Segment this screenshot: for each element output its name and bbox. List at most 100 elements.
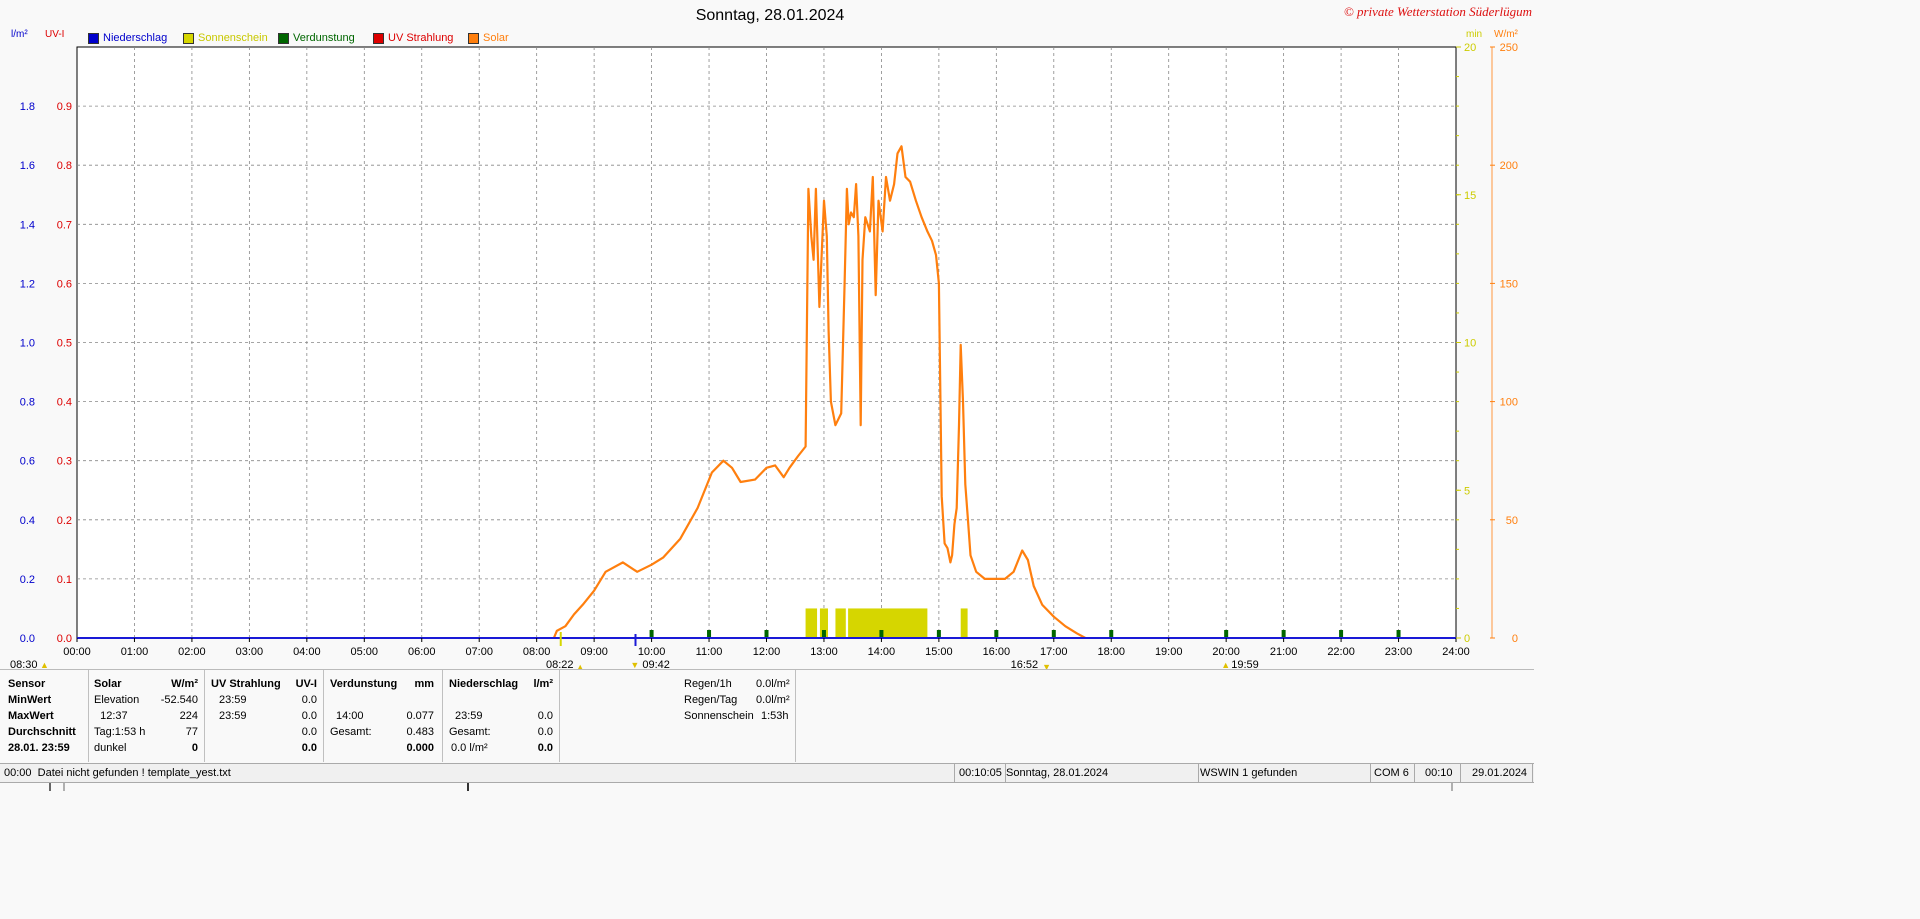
legend-label: Solar [483,32,509,44]
stats-cell: 0 [191,742,198,754]
weather-chart: 00:00 01:00 02:00 03:00 04:00 05:00 06:00 07:00… [10,4,1532,669]
evaporation-mark [821,630,826,638]
stats-cell: 14:00 [336,710,364,722]
legend-swatch [468,32,479,44]
x-tick-label: 02:00 [178,646,206,658]
x-tick-label: 14:00 [868,646,896,658]
stats-header: Solar [94,678,122,690]
y-tick-label-uv: 0.6 [57,278,72,290]
timeline-scroll-strip[interactable] [0,783,1460,791]
sunshine-bar [960,608,968,638]
marker-symbol-moonrise: ▲ [576,662,585,669]
stats-cell: Elevation [94,694,140,706]
y-tick-label-rain: 1.4 [20,219,35,231]
marker-symbol-moon_mid: ▼ [630,660,639,669]
marker-label-moonrise: 08:22 [546,659,574,669]
evaporation-mark [1396,630,1401,638]
evaporation-mark [764,630,769,638]
copyright-text: © private Wetterstation Süderlügum [1344,4,1532,19]
status-bar: 00:00 Datei nicht gefunden ! template_ye… [0,763,1534,783]
y-tick-label-rain: 1.0 [20,338,35,350]
stats-cell: Regen/1h [684,678,732,690]
y-tick-label-solar: 100 [1500,397,1518,409]
x-tick-label: 11:00 [696,646,723,658]
y-tick-label-min: 10 [1464,338,1476,350]
y-tick-label-uv: 0.3 [57,456,72,468]
stats-cell: 12:37 [94,710,128,722]
y-tick-label-solar: 150 [1500,278,1518,290]
legend-swatch [88,32,99,44]
x-tick-label: 07:00 [465,646,493,658]
y-tick-label-uv: 0.0 [57,633,72,645]
y-tick-label-min: 20 [1464,42,1476,54]
statistics-panel: Sensor MinWert MaxWert Durchschnitt 28.0… [0,669,1534,762]
legend-label: UV Strahlung [388,32,454,44]
stats-row-label: MinWert [8,694,52,706]
marker-label-sunrise: 08:30 [10,659,38,669]
stats-cell: Regen/Tag [684,694,738,706]
evaporation-mark [707,630,712,638]
stats-cell: 0.483 [406,726,434,738]
stats-row-label: 28.01. 23:59 [8,742,70,754]
evaporation-mark [994,630,999,638]
legend-swatch [373,32,384,44]
stats-cell: 23:59 [219,694,247,706]
stats-col-uv: UV Strahlung UV-I 23:59 0.0 23:59 0.0 0.… [205,670,324,762]
sunshine-bar [805,608,818,638]
y-axis-sunshine-min: 0 5 10 15 20 [1456,42,1476,645]
status-port: COM 6 [1370,764,1415,782]
status-device: WSWIN 1 gefunden [1196,764,1371,782]
y-tick-label-rain: 1.8 [20,101,35,113]
evaporation-mark [649,630,654,638]
x-tick-label: 23:00 [1385,646,1413,658]
marker-symbol-sunset: ▼ [1042,662,1051,669]
y-tick-label-min: 5 [1464,485,1470,497]
sunshine-bar [835,608,846,638]
stats-cell: Tag:1:53 h [94,726,146,738]
evaporation-mark [1224,630,1229,638]
stats-header: UV Strahlung [211,678,281,690]
marker-label-moonset: 19:59 [1231,659,1259,669]
stats-header: Niederschlag [449,678,519,690]
stats-col-evaporation: Verdunstung mm 14:00 0.077 Gesamt: 0.483… [324,670,443,762]
x-tick-label: 10:00 [638,646,666,658]
status-date: Sonntag, 28.01.2024 [1002,764,1199,782]
y-tick-label-rain: 0.0 [20,633,35,645]
stats-row-label: Durchschnitt [8,726,76,738]
stats-cell: 0.000 [406,742,434,754]
marker-label-sunset: 16:52 [1011,659,1039,669]
stats-cell: 1:53h [761,710,789,722]
x-tick-label: 22:00 [1327,646,1355,658]
y-tick-label-rain: 1.2 [20,278,35,290]
x-tick-label: 17:00 [1040,646,1068,658]
stats-unit: mm [414,678,434,690]
left-unit-uv: UV-I [45,29,64,40]
y-axis-uv: 0.0 0.1 0.2 0.3 0.4 0.5 0.6 0.7 0.8 0.9 [57,101,72,645]
x-tick-label: 16:00 [983,646,1011,658]
legend-swatch [278,32,289,44]
y-axis-solar: 0 50 100 150 200 250 [1490,42,1518,645]
stats-cell: 23:59 [455,710,483,722]
y-tick-label-uv: 0.8 [57,160,72,172]
right-unit-solar: W/m² [1494,29,1519,40]
evaporation-mark [1051,630,1056,638]
y-tick-label-min: 15 [1464,190,1476,202]
sunshine-bar [848,608,928,638]
y-tick-label-rain: 0.8 [20,397,35,409]
y-tick-label-solar: 0 [1512,633,1518,645]
stats-cell: 0.0 [301,726,317,738]
x-tick-label: 15:00 [925,646,953,658]
x-tick-label: 04:00 [293,646,321,658]
evaporation-mark [1281,630,1286,638]
evaporation-mark [936,630,941,638]
y-tick-label-rain: 0.6 [20,456,35,468]
legend-label: Niederschlag [103,32,168,44]
stats-cell: Gesamt: [449,726,491,738]
evaporation-mark [879,630,884,638]
y-tick-label-uv: 0.1 [57,574,72,586]
status-clock: 00:10 [1421,764,1461,782]
stats-cell: dunkel [94,742,127,754]
stats-cell: 0.0l/m² [756,678,790,690]
y-tick-label-solar: 250 [1500,42,1518,54]
stats-cell: 23:59 [219,710,247,722]
